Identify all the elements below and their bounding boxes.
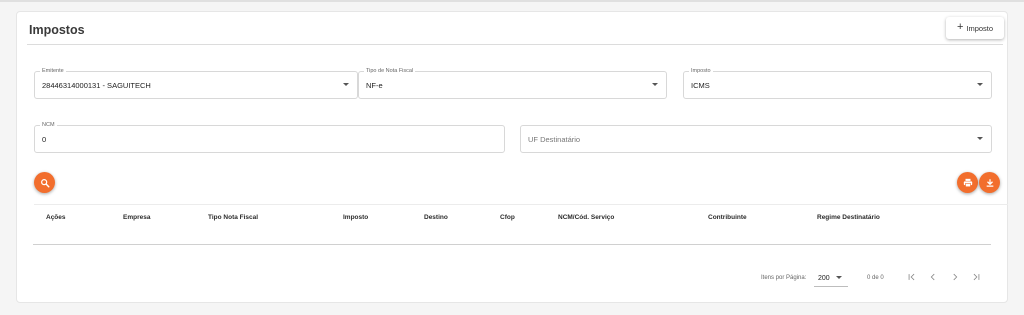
ncm-value: 0 (42, 135, 47, 144)
column-header-tipo-nota[interactable]: Tipo Nota Fiscal (208, 214, 258, 221)
first-page-icon (908, 273, 915, 281)
imposto-label: Imposto (689, 67, 713, 75)
table-header-divider (33, 244, 991, 245)
chevron-left-icon (930, 273, 935, 281)
previous-page-button[interactable] (926, 270, 940, 284)
top-shadow (0, 0, 1024, 2)
add-imposto-button[interactable]: + Imposto (946, 17, 1004, 39)
chevron-down-icon (836, 276, 842, 279)
emitente-label: Emitente (40, 67, 66, 75)
chevron-down-icon (343, 83, 349, 86)
pagination-range: 0 de 0 (867, 275, 884, 281)
download-icon (986, 178, 993, 187)
last-page-icon (973, 273, 980, 281)
ncm-label: NCM (40, 121, 57, 129)
tipo-nota-select[interactable]: Tipo de Nota Fiscal NF-e (358, 67, 667, 99)
column-header-imposto[interactable]: Imposto (343, 214, 368, 221)
taxes-card: Impostos + Imposto Emitente 284463140001… (16, 11, 1008, 303)
column-header-contribuinte[interactable]: Contribuinte (708, 214, 747, 221)
column-header-empresa[interactable]: Empresa (123, 214, 150, 221)
search-icon (40, 178, 49, 187)
emitente-value: 28446314000131 - SAGUITECH (42, 81, 151, 90)
print-icon (963, 178, 972, 187)
chevron-down-icon (977, 83, 983, 86)
print-button[interactable] (957, 172, 978, 193)
tipo-nota-value: NF-e (366, 81, 383, 90)
add-imposto-label: Imposto (966, 23, 994, 33)
chevron-down-icon (977, 137, 983, 140)
column-header-cfop[interactable]: Cfop (500, 214, 515, 221)
next-page-button[interactable] (948, 270, 962, 284)
column-header-regime[interactable]: Regime Destinatário (817, 214, 880, 221)
section-divider (34, 204, 1008, 205)
title-divider (27, 44, 1003, 45)
items-per-page-value: 200 (818, 275, 830, 282)
first-page-button[interactable] (905, 270, 919, 284)
chevron-down-icon (652, 83, 658, 86)
column-header-acoes[interactable]: Ações (46, 214, 66, 221)
ncm-field[interactable]: NCM 0 (34, 121, 505, 153)
column-header-destino[interactable]: Destino (424, 214, 448, 221)
column-header-ncm[interactable]: NCM/Cód. Serviço (558, 214, 614, 221)
chevron-right-icon (953, 273, 958, 281)
items-per-page-label: Itens por Página: (761, 275, 807, 281)
uf-destinatario-placeholder: UF Destinatário (528, 135, 581, 144)
items-per-page-select[interactable]: 200 (814, 267, 848, 287)
uf-destinatario-select[interactable]: UF Destinatário (520, 125, 992, 153)
plus-icon: + (956, 21, 964, 33)
imposto-value: ICMS (691, 81, 710, 90)
download-button[interactable] (979, 172, 1000, 193)
imposto-select[interactable]: Imposto ICMS (683, 67, 992, 99)
tipo-nota-label: Tipo de Nota Fiscal (364, 67, 416, 75)
emitente-select[interactable]: Emitente 28446314000131 - SAGUITECH (34, 67, 358, 99)
last-page-button[interactable] (969, 270, 983, 284)
search-button[interactable] (34, 172, 55, 193)
page-title: Impostos (29, 23, 85, 37)
